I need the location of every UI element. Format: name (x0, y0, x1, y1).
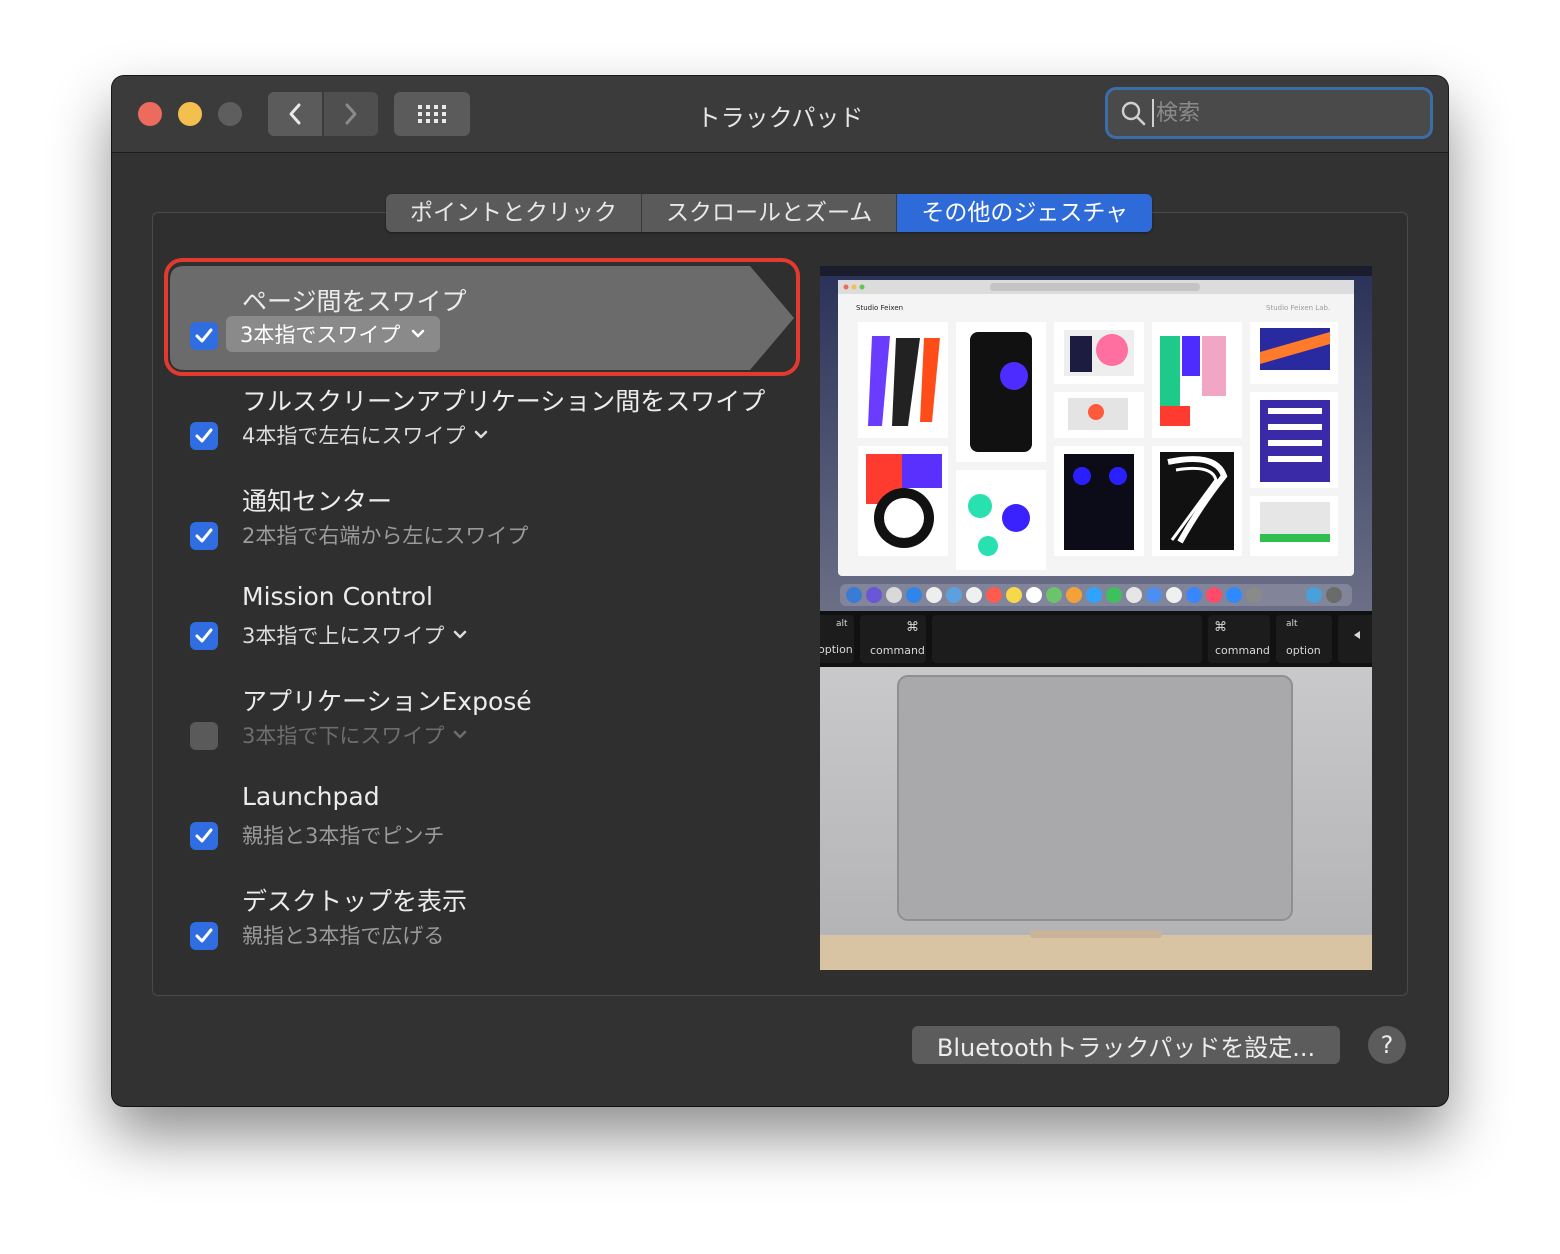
gesture-row-show-desktop: デスクトップを表示 親指と3本指で広げる (152, 882, 752, 982)
checkmark-icon (195, 428, 213, 443)
search-field[interactable] (1108, 90, 1432, 136)
key-command-symbol-left: ⌘ (906, 620, 919, 635)
app-expose-checkbox[interactable] (190, 722, 218, 750)
preferences-window: トラックパッド ポイントとクリック スクロールとズーム その他のジェスチャ ペー… (112, 76, 1448, 1106)
gesture-title: ページ間をスワイプ (242, 287, 467, 316)
gesture-preview-video: Studio Feixen Studio Feixen Lab. alt opt… (820, 266, 1372, 970)
macbook-illustration: Studio Feixen Studio Feixen Lab. alt opt… (820, 266, 1372, 970)
key-alt-right: alt (1286, 619, 1298, 629)
popup-value: 3本指で上にスワイプ (242, 624, 445, 648)
notification-center-checkbox[interactable] (190, 522, 218, 550)
chevron-down-icon (454, 730, 467, 739)
key-option-left: option (820, 643, 853, 656)
gesture-row-notification-center: 通知センター 2本指で右端から左にスワイプ (152, 482, 752, 582)
gesture-title: デスクトップを表示 (242, 887, 468, 916)
gesture-row-mission-control: Mission Control 3本指で上にスワイプ (152, 582, 752, 682)
app-expose-popup[interactable]: 3本指で下にスワイプ (242, 720, 468, 750)
site-title: Studio Feixen (856, 304, 903, 312)
search-input[interactable] (1152, 99, 1432, 127)
gesture-title: アプリケーションExposé (242, 687, 532, 716)
popup-value: 4本指で左右にスワイプ (242, 424, 466, 448)
show-desktop-checkbox[interactable] (190, 922, 218, 950)
gesture-description: 2本指で右端から左にスワイプ (242, 524, 529, 548)
tab-bar: ポイントとクリック スクロールとズーム その他のジェスチャ (386, 194, 1153, 232)
help-button[interactable]: ? (1368, 1026, 1406, 1064)
tab-scroll-and-zoom[interactable]: スクロールとズーム (642, 194, 898, 232)
chevron-down-icon (454, 630, 467, 639)
key-alt-left: alt (836, 619, 848, 629)
gesture-row-swipe-between-fullscreen-apps: フルスクリーンアプリケーション間をスワイプ 4本指で左右にスワイプ (152, 382, 765, 482)
gesture-title: Mission Control (242, 582, 433, 611)
gesture-title: フルスクリーンアプリケーション間をスワイプ (242, 387, 766, 416)
checkmark-icon (195, 928, 213, 943)
setup-bluetooth-trackpad-button[interactable]: Bluetoothトラックパッドを設定... (912, 1026, 1340, 1064)
gesture-row-app-expose: アプリケーションExposé 3本指で下にスワイプ (152, 682, 752, 782)
checkmark-icon (195, 828, 213, 843)
swipe-pages-checkbox[interactable] (190, 322, 218, 350)
chevron-down-icon (475, 430, 488, 439)
title-bar: トラックパッド (112, 76, 1448, 153)
popup-value: 3本指で下にスワイプ (242, 724, 445, 748)
popup-value: 3本指でスワイプ (240, 323, 401, 347)
checkmark-icon (195, 628, 213, 643)
swipe-fullscreen-popup[interactable]: 4本指で左右にスワイプ (242, 420, 489, 450)
key-command-symbol-right: ⌘ (1214, 620, 1227, 635)
mission-control-popup[interactable]: 3本指で上にスワイプ (242, 620, 468, 650)
site-link: Studio Feixen Lab. (1266, 304, 1330, 312)
checkmark-icon (195, 328, 213, 343)
key-option-right: option (1286, 644, 1321, 657)
chevron-down-icon (412, 329, 425, 338)
tab-point-and-click[interactable]: ポイントとクリック (386, 194, 642, 232)
key-command-right: command (1215, 644, 1270, 657)
mission-control-checkbox[interactable] (190, 622, 218, 650)
tab-more-gestures[interactable]: その他のジェスチャ (897, 194, 1153, 232)
checkmark-icon (195, 528, 213, 543)
key-command-left: command (870, 644, 925, 657)
swipe-pages-popup[interactable]: 3本指でスワイプ (226, 316, 441, 352)
gesture-description: 親指と3本指で広げる (242, 924, 445, 948)
gesture-description: 親指と3本指でピンチ (242, 824, 445, 848)
gesture-row-launchpad: Launchpad 親指と3本指でピンチ (152, 782, 752, 882)
launchpad-checkbox[interactable] (190, 822, 218, 850)
search-icon (1120, 100, 1146, 126)
gesture-title: 通知センター (242, 487, 393, 516)
gesture-title: Launchpad (242, 782, 380, 811)
swipe-fullscreen-checkbox[interactable] (190, 422, 218, 450)
